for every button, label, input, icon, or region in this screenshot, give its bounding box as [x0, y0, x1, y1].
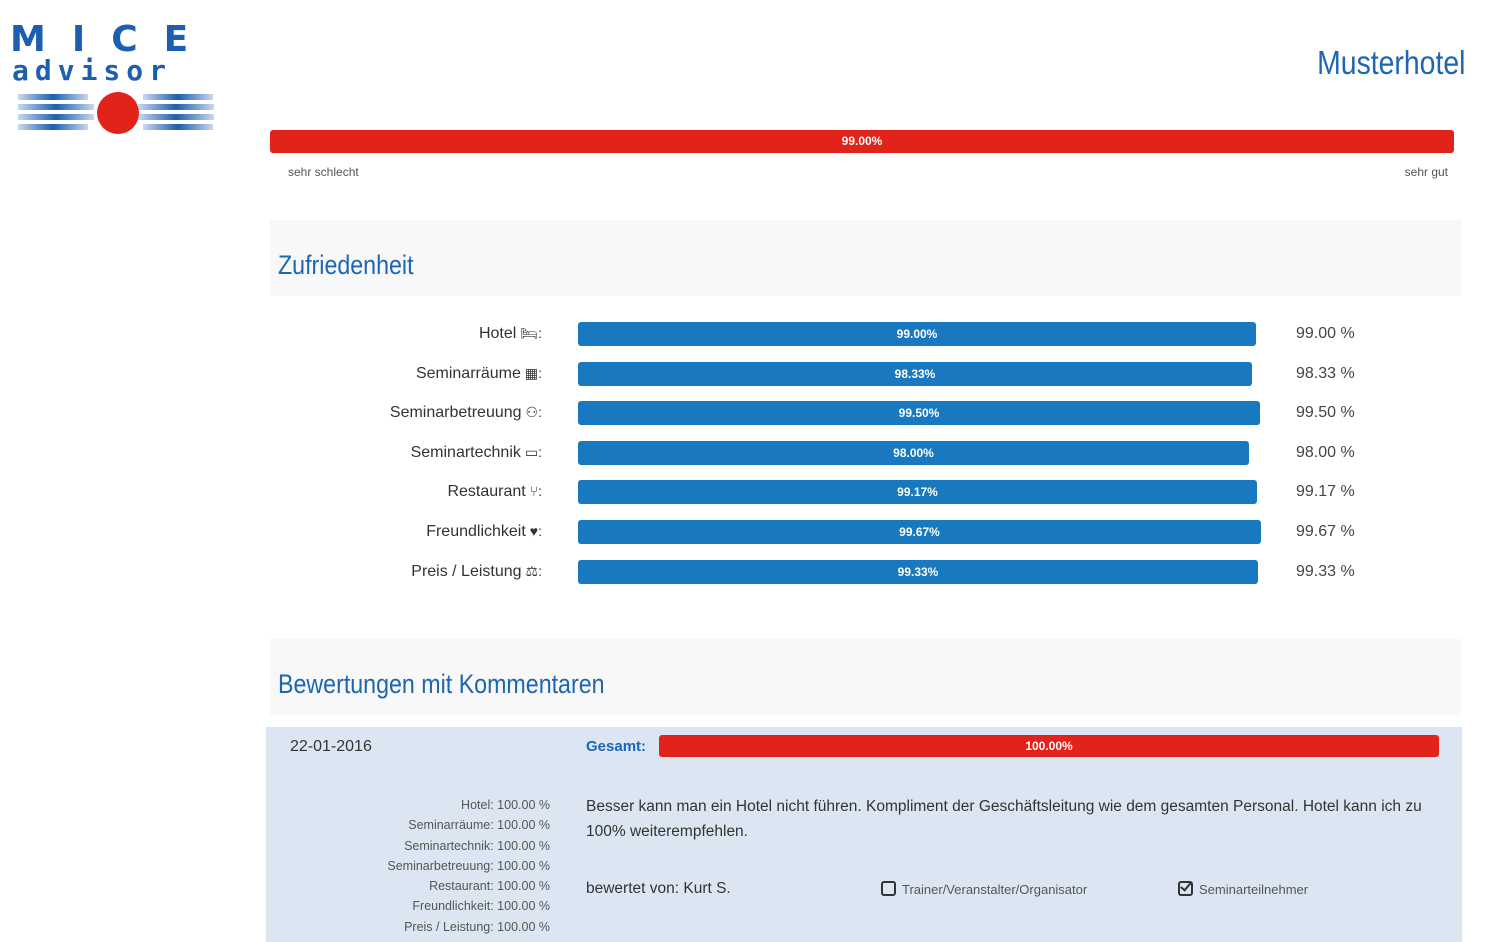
rating-value: 99.00 % [1296, 325, 1355, 342]
users-icon: ⚇: [525, 404, 542, 421]
logo-mark-icon [18, 92, 214, 134]
rating-bar: 99.50% [578, 401, 1260, 426]
laptop-icon: ▭: [524, 443, 542, 460]
rating-label: Restaurant ⑂: [447, 483, 542, 501]
rating-label-text: Freundlichkeit [426, 523, 526, 540]
bed-icon: 🛏: [520, 325, 542, 341]
scale-low-label: sehr schlecht [288, 165, 359, 179]
review-card: 22-01-2016 Gesamt: 100.00% Hotel: 100.00… [266, 727, 1462, 942]
review-date: 22-01-2016 [290, 738, 372, 755]
satisfaction-header: Zufriedenheit [270, 220, 1462, 296]
rating-bar: 99.33% [578, 559, 1258, 584]
review-score-hotel: Hotel: 100.00 % [461, 798, 550, 812]
mice-advisor-logo[interactable]: MICE advisor [10, 22, 215, 137]
rating-label-text: Restaurant [447, 483, 526, 501]
rating-bar-fill: 98.00% [578, 440, 1249, 465]
scale-icon: ⚖: [525, 562, 542, 579]
review-total-bar-label: 100.00% [1025, 739, 1073, 753]
rating-label: Freundlichkeit ♥: [426, 523, 542, 541]
rating-label: Seminartechnik ▭: [411, 444, 542, 462]
review-score-restaurant: Restaurant: 100.00 % [429, 879, 550, 894]
overall-rating-bar: 99.00% [270, 130, 1454, 153]
rating-bar-label: 99.33% [897, 564, 939, 579]
rating-value: 99.50 % [1296, 404, 1355, 422]
rating-value: 99.67 % [1296, 523, 1355, 540]
overall-rating-label: 99.00% [841, 134, 883, 148]
review-score-preis-leistung: Preis / Leistung: 100.00 % [404, 919, 550, 934]
logo-text-advisor: advisor [12, 54, 173, 87]
rating-bar-fill: 99.00% [578, 322, 1256, 346]
review-author: bewertet von: Kurt S. [586, 880, 731, 897]
rating-row: Seminarbetreuung ⚇: 99.50% 99.50 % [270, 399, 1462, 429]
cutlery-icon: ⑂: [529, 483, 542, 500]
rating-value: 99.17 % [1296, 483, 1355, 501]
review-comment: Besser kann man ein Hotel nicht führen. … [586, 798, 1422, 840]
rating-label-text: Seminartechnik [410, 443, 521, 461]
rating-bar: 98.00% [578, 440, 1249, 465]
reviews-header: Bewertungen mit Kommentaren [270, 639, 1462, 715]
rating-label-text: Hotel [478, 325, 517, 342]
rating-label: Seminarräume ▦: [416, 365, 542, 383]
rating-bar-fill: 98.33% [578, 361, 1252, 386]
rating-bar-fill: 99.50% [578, 401, 1260, 426]
rating-row: Freundlichkeit ♥: 99.67% 99.67 % [270, 518, 1462, 548]
rating-bar: 99.00% [578, 322, 1256, 346]
review-total-label: Gesamt: [586, 738, 647, 755]
review-total-bar: 100.00% [659, 735, 1439, 757]
satisfaction-title: Zufriedenheit [278, 250, 414, 280]
rating-row: Seminarräume ▦: 98.33% 98.33 % [270, 360, 1462, 390]
rating-value: 99.33 % [1296, 562, 1355, 580]
rating-bar-label: 99.17% [897, 485, 938, 500]
checkbox-checked-icon [1178, 881, 1193, 896]
rating-label-text: Preis / Leistung [411, 562, 522, 580]
hotel-name: Musterhotel [1316, 44, 1465, 81]
role-participant-label: Seminarteilnehmer [1199, 882, 1309, 897]
reviews-title: Bewertungen mit Kommentaren [278, 669, 605, 699]
logo-text-mice: MICE [10, 19, 215, 60]
rating-bar-label: 98.00% [893, 445, 934, 460]
rating-row: Seminartechnik ▭: 98.00% 98.00 % [270, 439, 1462, 469]
review-score-seminarbetreuung: Seminarbetreuung: 100.00 % [387, 858, 550, 873]
rating-bar: 99.67% [578, 520, 1261, 544]
rating-bar-fill: 99.67% [578, 520, 1261, 544]
rating-row: Restaurant ⑂: 99.17% 99.17 % [270, 478, 1462, 508]
rating-bar: 98.33% [578, 361, 1252, 386]
review-score-freundlichkeit: Freundlichkeit: 100.00 % [412, 899, 550, 914]
rating-row: Preis / Leistung ⚖: 99.33% 99.33 % [270, 558, 1462, 588]
review-score-seminarraeume: Seminarräume: 100.00 % [408, 818, 550, 833]
rating-bar-fill: 99.17% [578, 480, 1257, 505]
checkbox-empty-icon [881, 881, 896, 896]
rating-value: 98.33 % [1296, 364, 1355, 382]
rating-label: Preis / Leistung ⚖: [411, 563, 542, 581]
rating-bar-label: 99.50% [898, 406, 940, 421]
rating-label: Hotel 🛏: [479, 325, 542, 343]
heart-icon: ♥: [529, 523, 542, 539]
scale-high-label: sehr gut [1404, 165, 1448, 179]
rating-bar-label: 99.67% [899, 525, 940, 539]
rating-bar: 99.17% [578, 480, 1257, 505]
role-organizer-label: Trainer/Veranstalter/Organisator [902, 882, 1088, 897]
review-score-seminartechnik: Seminartechnik: 100.00 % [404, 838, 550, 853]
rating-label-text: Seminarbetreuung [389, 404, 522, 422]
rating-value: 98.00 % [1296, 443, 1355, 461]
role-organizer: Trainer/Veranstalter/Organisator [881, 881, 1087, 897]
rating-label: Seminarbetreuung ⚇: [390, 404, 542, 422]
rating-bar-fill: 99.33% [578, 559, 1258, 584]
grid-icon: ▦: [524, 364, 542, 381]
rating-bar-label: 98.33% [894, 366, 936, 381]
role-participant: Seminarteilnehmer [1178, 881, 1308, 897]
rating-bar-label: 99.00% [896, 327, 938, 341]
review-category-scores: Hotel: 100.00 % Seminarräume: 100.00 % S… [266, 795, 550, 937]
rating-row: Hotel 🛏: 99.00% 99.00 % [270, 320, 1462, 350]
rating-label-text: Seminarräume [415, 364, 521, 382]
